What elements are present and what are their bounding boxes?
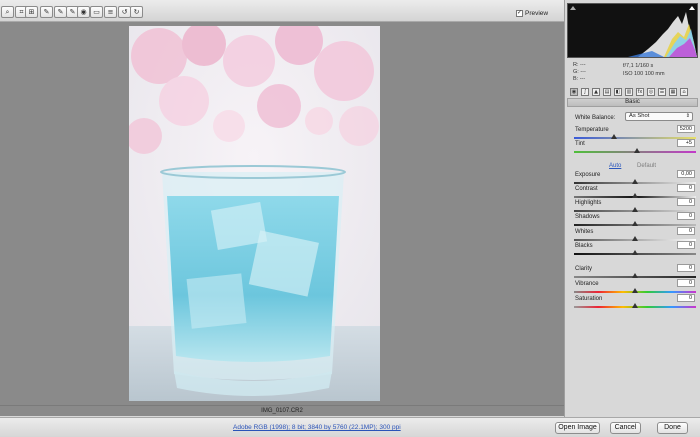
tint-label: Tint [575,141,585,147]
camera-readout: R: --- G: --- B: --- f/7,1 1/160 s ISO 1… [571,62,697,84]
highlights-value-field[interactable]: 0 [677,198,695,206]
blacks-slider-thumb[interactable] [632,250,638,255]
white-balance-label: White Balance: [575,115,616,121]
contrast-label: Contrast [575,186,598,192]
saturation-slider-thumb[interactable] [632,303,638,308]
photo-preview[interactable] [129,26,380,401]
green-readout: G: --- [573,69,586,75]
saturation-label: Saturation [575,296,603,302]
tint-slider-thumb[interactable] [634,148,641,153]
highlights-label: Highlights [575,200,602,206]
tone-curve-tab-icon[interactable]: ∫ [581,87,589,96]
auto-link[interactable]: Auto [609,163,621,169]
blacks-slider-row: Blacks 0 [574,241,696,257]
blue-readout: B: --- [573,76,586,82]
red-readout: R: --- [573,62,586,68]
preview-checkbox[interactable]: ✓ [516,10,523,17]
clarity-slider-thumb[interactable] [632,273,638,278]
lens-corrections-tab-icon[interactable]: ▥ [625,87,633,96]
workflow-options-link[interactable]: Adobe RGB (1998); 8 bit; 3840 by 5760 (2… [233,424,401,431]
whites-slider-thumb[interactable] [632,236,638,241]
adjustments-panel: R: --- G: --- B: --- f/7,1 1/160 s ISO 1… [564,0,700,417]
auto-default-links: Auto Default [609,163,656,169]
white-balance-icon[interactable]: ✎ [40,6,53,18]
blacks-value-field[interactable]: 0 [677,241,695,249]
contrast-slider-thumb[interactable] [632,193,638,198]
chevron-updown-icon: ⇕ [685,113,690,119]
tint-slider-row: Tint +5 [574,139,696,155]
detail-tab-icon[interactable]: ▲ [592,87,600,96]
basic-tab-icon[interactable]: ◉ [570,87,578,96]
exposure-label: Exposure [575,172,601,178]
temperature-label: Temperature [575,127,609,133]
vibrance-slider-row: Vibrance 0 [574,279,696,295]
exposure-info: f/7,1 1/160 s ISO 100 100 mm [623,62,665,78]
saturation-slider-row: Saturation 0 [574,294,696,310]
filename-label: IMG_0107.CR2 [261,408,303,414]
shadows-slider-thumb[interactable] [632,221,638,226]
open-image-button[interactable]: Open Image [555,422,600,434]
rotate-right-icon[interactable]: ↻ [130,6,143,18]
vibrance-slider-thumb[interactable] [632,288,638,293]
iso-focal: ISO 100 100 mm [623,71,665,77]
rgb-readout: R: --- G: --- B: --- [573,62,586,83]
shadows-value-field[interactable]: 0 [677,212,695,220]
aperture-shutter: f/7,1 1/160 s [623,63,654,69]
shadows-label: Shadows [575,214,600,220]
preview-label: Preview [525,10,549,17]
cancel-button[interactable]: Cancel [610,422,641,434]
toolbar: ⌕ ⌗ ⊞ ✎ ✎ ✎ ◉ ▭ ≡ ↺ ↻ ✓ Preview [0,0,564,22]
snapshots-tab-icon[interactable]: ▦ [669,87,677,96]
clarity-slider-row: Clarity 0 [574,264,696,280]
split-toning-tab-icon[interactable]: ◧ [614,87,622,96]
white-balance-value: As Shot [629,113,650,119]
histogram-graph [628,12,697,57]
basic-section-title: Basic [567,98,698,107]
zoom-icon[interactable]: ⌕ [1,6,14,18]
tint-value-field[interactable]: +5 [677,139,695,147]
hsl-tab-icon[interactable]: ▤ [603,87,611,96]
whites-value-field[interactable]: 0 [677,227,695,235]
clarity-label: Clarity [575,266,593,272]
contrast-value-field[interactable]: 0 [677,184,695,192]
effects-tab-icon[interactable]: fx [636,87,644,96]
filename-bar: IMG_0107.CR2 [0,405,564,416]
highlights-slider-thumb[interactable] [632,207,638,212]
vibrance-label: Vibrance [575,281,599,287]
exposure-value-field[interactable]: 0,00 [677,170,695,178]
white-balance-select[interactable]: As Shot ⇕ [625,112,693,121]
photo-image [129,26,380,401]
temperature-slider-thumb[interactable] [611,134,618,139]
done-button[interactable]: Done [657,422,688,434]
saturation-value-field[interactable]: 0 [677,294,695,302]
whites-label: Whites [575,229,594,235]
shadows-slider-row: Shadows 0 [574,212,696,228]
camera-calibration-tab-icon[interactable]: ◎ [647,87,655,96]
blacks-label: Blacks [575,243,593,249]
preferences-icon[interactable]: ≡ [104,6,117,18]
clarity-value-field[interactable]: 0 [677,264,695,272]
default-link[interactable]: Default [637,163,656,169]
straighten-icon[interactable]: ⊞ [25,6,38,18]
spot-removal-icon[interactable]: ◉ [77,6,90,18]
histogram [567,3,698,58]
more-tab-icon[interactable]: ⌂ [680,87,688,96]
vibrance-value-field[interactable]: 0 [677,279,695,287]
bottom-bar: Adobe RGB (1998); 8 bit; 3840 by 5760 (2… [0,417,700,437]
presets-tab-icon[interactable]: ☰ [658,87,666,96]
shadow-clipping-icon[interactable] [570,6,576,10]
highlight-clipping-icon[interactable] [689,6,695,10]
exposure-slider-thumb[interactable] [632,179,638,184]
panel-tabs: ◉ ∫ ▲ ▤ ◧ ▥ fx ◎ ☰ ▦ ⌂ [567,86,698,97]
red-eye-icon[interactable]: ▭ [90,6,103,18]
temperature-value-field[interactable]: 5200 [677,125,695,133]
